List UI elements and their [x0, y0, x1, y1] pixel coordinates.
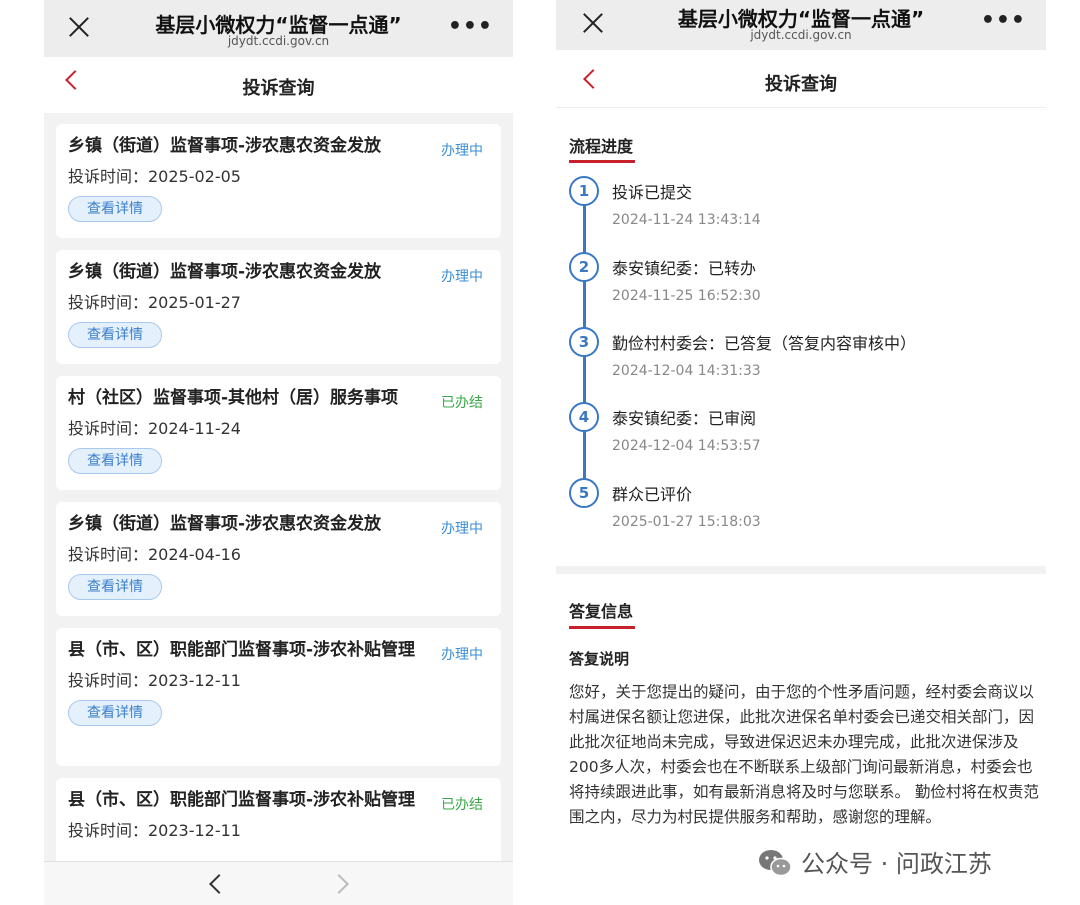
watermark-text: 公众号 · 问政江苏	[801, 850, 992, 878]
complaint-detail-screen: 基层小微权力“监督一点通” jdydt.ccdi.gov.cn ••• 投诉查询…	[556, 0, 1046, 905]
view-details-button[interactable]: 查看详情	[68, 700, 162, 726]
view-details-button[interactable]: 查看详情	[68, 448, 162, 474]
timeline-step: 4 泰安镇纪委：已审阅 2024-12-04 14:53:57	[566, 398, 1036, 458]
reply-section-title: 答复信息	[569, 602, 634, 621]
status-badge: 办理中	[441, 269, 483, 285]
step-number: 4	[569, 402, 599, 432]
timeline-step: 2 泰安镇纪委：已转办 2024-11-25 16:52:30	[566, 248, 1036, 308]
step-time: 2024-12-04 14:31:33	[612, 363, 761, 379]
section-underline	[569, 626, 635, 629]
reply-subtitle: 答复说明	[569, 650, 630, 668]
step-label: 群众已评价	[612, 485, 693, 504]
complaint-time: 投诉时间：2023-12-11	[68, 671, 241, 690]
complaint-time: 投诉时间：2024-11-24	[68, 419, 241, 438]
chevron-left-icon[interactable]	[209, 874, 229, 894]
browser-bottom-bar	[44, 861, 513, 905]
status-badge: 办理中	[441, 647, 483, 663]
step-number: 1	[569, 176, 599, 206]
step-time: 2025-01-27 15:18:03	[612, 514, 761, 530]
view-details-button[interactable]: 查看详情	[68, 196, 162, 222]
step-label: 勤俭村村委会：已答复（答复内容审核中）	[612, 334, 917, 353]
nav-title: 投诉查询	[242, 78, 315, 99]
complaint-card[interactable]: 乡镇（街道）监督事项-涉农惠农资金发放 办理中 投诉时间：2024-04-16 …	[56, 502, 501, 616]
step-label: 投诉已提交	[612, 183, 693, 202]
chevron-right-icon[interactable]	[329, 874, 349, 894]
wechat-icon	[759, 850, 792, 877]
status-badge: 已办结	[441, 797, 483, 813]
progress-section-title: 流程进度	[569, 137, 634, 156]
section-underline	[569, 160, 635, 163]
complaint-card[interactable]: 村（社区）监督事项-其他村（居）服务事项 已办结 投诉时间：2024-11-24…	[56, 376, 501, 490]
complaint-title: 县（市、区）职能部门监督事项-涉农补贴管理	[68, 640, 416, 660]
section-divider	[556, 566, 1046, 574]
timeline-step: 3 勤俭村村委会：已答复（答复内容审核中） 2024-12-04 14:31:3…	[566, 323, 1036, 383]
complaint-title: 村（社区）监督事项-其他村（居）服务事项	[68, 388, 399, 408]
reply-text: 您好，关于您提出的疑问，由于您的个性矛盾问题，经村委会商议以村属进保名额让您进保…	[569, 683, 1039, 826]
browser-topbar: 基层小微权力“监督一点通” jdydt.ccdi.gov.cn •••	[556, 0, 1046, 50]
step-number: 2	[569, 252, 599, 282]
view-details-button[interactable]: 查看详情	[68, 322, 162, 348]
view-details-button[interactable]: 查看详情	[68, 574, 162, 600]
step-time: 2024-11-25 16:52:30	[612, 288, 761, 304]
complaint-title: 乡镇（街道）监督事项-涉农惠农资金发放	[68, 262, 382, 282]
page-url: jdydt.ccdi.gov.cn	[227, 34, 330, 48]
timeline-step: 1 投诉已提交 2024-11-24 13:43:14	[566, 172, 1036, 232]
step-number: 3	[569, 327, 599, 357]
status-badge: 办理中	[441, 521, 483, 537]
step-label: 泰安镇纪委：已审阅	[612, 409, 757, 428]
page-url: jdydt.ccdi.gov.cn	[750, 28, 852, 42]
progress-timeline: 1 投诉已提交 2024-11-24 13:43:14 2 泰安镇纪委：已转办 …	[566, 172, 1036, 542]
complaint-card[interactable]: 乡镇（街道）监督事项-涉农惠农资金发放 办理中 投诉时间：2025-02-05 …	[56, 124, 501, 238]
complaint-time: 投诉时间：2025-01-27	[68, 293, 241, 312]
step-time: 2024-12-04 14:53:57	[612, 438, 761, 454]
complaint-time: 投诉时间：2024-04-16	[68, 545, 241, 564]
nav-title: 投诉查询	[765, 74, 837, 95]
complaint-title: 乡镇（街道）监督事项-涉农惠农资金发放	[68, 136, 382, 156]
status-badge: 办理中	[441, 143, 483, 159]
step-label: 泰安镇纪委：已转办	[612, 259, 757, 278]
step-number: 5	[569, 478, 599, 508]
browser-topbar: 基层小微权力“监督一点通” jdydt.ccdi.gov.cn •••	[44, 0, 513, 57]
nav-bar: 投诉查询	[44, 57, 513, 113]
step-time: 2024-11-24 13:43:14	[612, 212, 761, 228]
complaint-time: 投诉时间：2023-12-11	[68, 821, 241, 840]
complaint-card[interactable]: 县（市、区）职能部门监督事项-涉农补贴管理 办理中 投诉时间：2023-12-1…	[56, 628, 501, 766]
status-badge: 已办结	[441, 395, 483, 411]
nav-bar: 投诉查询	[556, 50, 1046, 108]
more-icon[interactable]: •••	[448, 14, 493, 39]
complaint-list-screen: 基层小微权力“监督一点通” jdydt.ccdi.gov.cn ••• 投诉查询…	[44, 0, 513, 905]
complaint-card[interactable]: 乡镇（街道）监督事项-涉农惠农资金发放 办理中 投诉时间：2025-01-27 …	[56, 250, 501, 364]
complaint-title: 县（市、区）职能部门监督事项-涉农补贴管理	[68, 790, 416, 810]
timeline-step: 5 群众已评价 2025-01-27 15:18:03	[566, 474, 1036, 534]
complaint-title: 乡镇（街道）监督事项-涉农惠农资金发放	[68, 514, 382, 534]
more-icon[interactable]: •••	[981, 8, 1026, 33]
watermark: 公众号 · 问政江苏	[757, 844, 992, 879]
complaint-time: 投诉时间：2025-02-05	[68, 167, 241, 186]
